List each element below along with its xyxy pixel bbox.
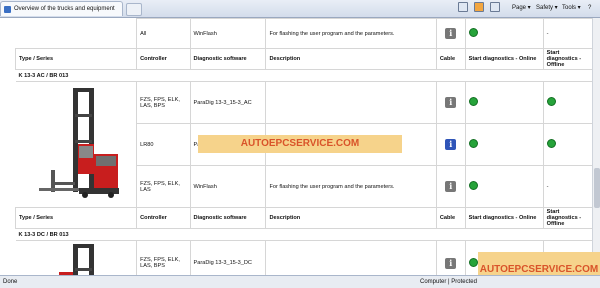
new-tab-button[interactable] bbox=[126, 3, 142, 16]
start-online-icon[interactable] bbox=[468, 181, 478, 190]
software-cell: WinFlash bbox=[189, 165, 267, 208]
forklift-image bbox=[58, 244, 94, 275]
page-menu-label: Page bbox=[512, 5, 527, 11]
start-online-icon[interactable] bbox=[468, 28, 478, 37]
header-description: Description bbox=[265, 207, 437, 229]
truck-picture bbox=[15, 240, 138, 275]
watermark-center: AUTOEPCSERVICE.COM bbox=[198, 135, 402, 153]
start-offline-icon[interactable] bbox=[546, 139, 556, 148]
start-online-icon[interactable] bbox=[468, 97, 478, 106]
header-type-series: Type / Series bbox=[14, 48, 138, 70]
status-text: Done bbox=[3, 279, 18, 285]
header-start-offline: Start diagnostics - Offline bbox=[542, 207, 592, 229]
header-start-online: Start diagnostics - Online bbox=[464, 48, 544, 70]
header-controller: Controller bbox=[136, 207, 191, 229]
table-row: FZS, FPS, ELK, LAS, BPS ParaDig 13-3_15-… bbox=[15, 81, 592, 208]
controller-cell: LR80 bbox=[136, 123, 191, 166]
software-cell: WinFlash bbox=[189, 18, 267, 49]
header-description: Description bbox=[265, 48, 437, 70]
description-cell: For flashing the user program and the pa… bbox=[265, 165, 437, 208]
print-icon[interactable] bbox=[490, 0, 502, 17]
status-bar: Done Computer | Protected bbox=[0, 275, 600, 288]
start-online-icon[interactable] bbox=[468, 257, 478, 267]
cable-info-icon[interactable]: i bbox=[445, 28, 457, 39]
controller-cell: FZS, FPS, ELK, LAS, BPS bbox=[136, 81, 191, 124]
series-row: K 13-3 DC / BR 013 bbox=[16, 229, 593, 241]
safety-menu[interactable]: Safety ▾ bbox=[536, 0, 558, 17]
help-icon[interactable]: ? bbox=[588, 0, 591, 17]
description-cell bbox=[265, 81, 437, 124]
browser-tab-title: Overview of the trucks and equipment bbox=[14, 6, 115, 12]
description-cell bbox=[265, 240, 437, 275]
page-favicon-icon bbox=[4, 6, 11, 13]
software-cell: ParaDig 13-3_15-3_DC bbox=[189, 240, 267, 275]
scrollbar-thumb[interactable] bbox=[594, 168, 600, 208]
header-diagnostic-software: Diagnostic software bbox=[189, 48, 267, 70]
home-icon[interactable] bbox=[458, 0, 470, 17]
header-cable: Cable bbox=[435, 207, 466, 229]
offline-cell: - bbox=[542, 165, 592, 208]
truck-picture bbox=[15, 81, 138, 208]
forklift-image bbox=[38, 87, 119, 198]
header-start-online: Start diagnostics - Online bbox=[464, 207, 544, 229]
browser-tab-bar: Overview of the trucks and equipment Pag… bbox=[0, 0, 600, 18]
header-type-series: Type / Series bbox=[14, 207, 138, 229]
tools-menu[interactable]: Tools ▾ bbox=[562, 0, 581, 17]
browser-tab[interactable]: Overview of the trucks and equipment bbox=[0, 1, 123, 16]
header-controller: Controller bbox=[136, 48, 191, 70]
feeds-icon[interactable] bbox=[474, 0, 486, 17]
cable-info-icon[interactable]: i bbox=[445, 257, 457, 269]
start-online-icon[interactable] bbox=[468, 139, 478, 148]
table-header: Type / Series Controller Diagnostic soft… bbox=[14, 48, 592, 70]
header-cable: Cable bbox=[435, 48, 466, 70]
series-label: K 13-3 DC / BR 013 bbox=[18, 231, 69, 238]
series-row: K 13-3 AC / BR 013 bbox=[16, 70, 593, 82]
tools-menu-label: Tools bbox=[562, 5, 577, 11]
header-start-offline: Start diagnostics - Offline bbox=[542, 48, 592, 70]
cable-info-icon[interactable]: i bbox=[445, 97, 457, 108]
safety-menu-label: Safety bbox=[536, 5, 554, 11]
start-offline-icon[interactable] bbox=[546, 97, 556, 106]
table-row: All WinFlash For flashing the user progr… bbox=[15, 18, 592, 49]
cable-info-icon[interactable]: i bbox=[445, 139, 457, 150]
table-header: Type / Series Controller Diagnostic soft… bbox=[14, 207, 592, 229]
series-label: K 13-3 AC / BR 013 bbox=[18, 72, 69, 79]
header-diagnostic-software: Diagnostic software bbox=[189, 207, 267, 229]
software-cell: ParaDig 13-3_15-3_AC bbox=[189, 81, 267, 124]
security-zone: Computer | Protected bbox=[420, 279, 477, 285]
controller-cell: FZS, FPS, ELK, LAS, BPS bbox=[136, 240, 191, 275]
controller-cell: FZS, FPS, ELK, LAS bbox=[136, 165, 191, 208]
vertical-scrollbar[interactable] bbox=[592, 18, 600, 275]
offline-cell: - bbox=[542, 18, 592, 49]
page-menu[interactable]: Page ▾ bbox=[512, 0, 531, 17]
description-cell: For flashing the user program and the pa… bbox=[265, 18, 437, 49]
cable-info-icon[interactable]: i bbox=[445, 181, 457, 192]
controller-cell: All bbox=[136, 18, 191, 49]
